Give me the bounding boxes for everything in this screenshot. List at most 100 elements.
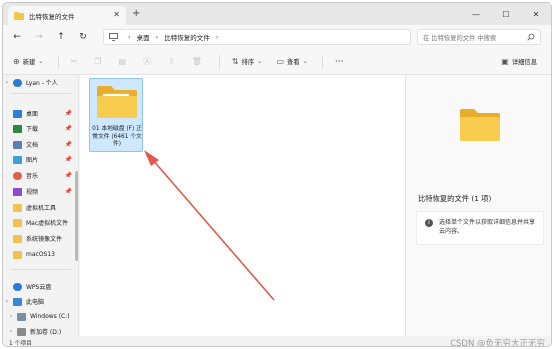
- sidebar-item-system-images[interactable]: 系统镜像文件: [3, 232, 75, 245]
- folder-icon: [13, 218, 22, 227]
- explorer-window: 比特恢复的文件 ✕ + — ☐ ✕ ← → ↑ ↻ › 桌面 › 比特恢复的文件…: [2, 2, 552, 347]
- copy-button[interactable]: ❐: [94, 57, 104, 66]
- sidebar-item-drive-c[interactable]: › Windows (C:): [3, 310, 75, 323]
- tab-label: 比特恢复的文件: [29, 12, 75, 21]
- delete-button[interactable]: 🗑: [192, 57, 205, 66]
- chevron-down-icon: ⌄: [302, 58, 308, 65]
- sidebar-item-label: 视频: [26, 189, 39, 196]
- sidebar-item-macos13[interactable]: macOS13: [3, 248, 75, 261]
- refresh-button[interactable]: ↻: [75, 29, 91, 45]
- tab-close-icon[interactable]: ✕: [113, 10, 120, 19]
- sidebar-scrollbar[interactable]: [75, 171, 78, 261]
- sidebar-item-this-pc[interactable]: › 此电脑: [3, 295, 75, 308]
- sidebar-item-music[interactable]: 音乐 📌: [3, 169, 75, 182]
- navigation-bar: ← → ↑ ↻ › 桌面 › 比特恢复的文件 › 在 比特恢复的文件 中搜索: [3, 25, 551, 49]
- pin-icon: 📌: [64, 156, 72, 163]
- up-button[interactable]: ↑: [53, 29, 69, 45]
- navigation-pane: › Lyan - 个人 桌面 📌 下载 📌 文档 📌 图片 📌 音乐 📌 视频 …: [3, 75, 79, 336]
- address-bar[interactable]: › 桌面 › 比特恢复的文件 ›: [103, 29, 411, 45]
- item-count: 1 个项目: [9, 340, 32, 347]
- minimize-button[interactable]: —: [461, 3, 491, 25]
- sidebar-item-label: macOS13: [26, 251, 55, 258]
- copy-icon: ❐: [94, 57, 102, 66]
- trash-icon: 🗑: [191, 57, 202, 66]
- computer-icon: [13, 297, 22, 306]
- share-icon: ⇪: [168, 57, 175, 66]
- forward-button[interactable]: →: [31, 29, 47, 45]
- pin-icon: 📌: [64, 172, 72, 179]
- divider: [11, 269, 71, 270]
- back-button[interactable]: ←: [9, 29, 25, 45]
- chevron-right-icon: ›: [9, 313, 13, 320]
- sidebar-item-pictures[interactable]: 图片 📌: [3, 153, 75, 166]
- tab-current-folder[interactable]: 比特恢复的文件 ✕: [8, 6, 126, 25]
- folder-item[interactable]: 01 本地磁盘 (F) 正常文件 (6461 个文件): [89, 78, 143, 152]
- divider: [57, 54, 59, 69]
- sidebar-item-mac-vm-files[interactable]: Mac虚拟机文件: [3, 216, 75, 229]
- sidebar-item-documents[interactable]: 文档 📌: [3, 138, 75, 151]
- details-title: 比特恢复的文件 (1 项): [418, 194, 492, 203]
- command-bar: ⊕ 新建 ⌄ ✂ ❐ ▤ Ⓐ ⇪ 🗑 ⇅ 排序 ⌄ ▭ 查看 ⌄ ··· ▣ 详…: [3, 49, 551, 75]
- pin-icon: 📌: [64, 141, 72, 148]
- details-pane-button[interactable]: ▣ 详细信息: [501, 57, 537, 66]
- share-button[interactable]: ⇪: [168, 57, 178, 66]
- cut-icon: ✂: [70, 57, 78, 66]
- sidebar-item-vm-tools[interactable]: 虚拟机工具: [3, 201, 75, 214]
- details-info-text: 选择单个文件以获取详细信息并共享云内容。: [439, 219, 536, 235]
- cloud-drive-icon: [13, 282, 22, 291]
- paste-icon: ▤: [118, 57, 127, 66]
- sort-icon: ⇅: [231, 57, 239, 66]
- chevron-right-icon: ›: [9, 328, 13, 335]
- sidebar-item-wps-cloud[interactable]: WPS云盘: [3, 280, 75, 293]
- more-button[interactable]: ···: [335, 57, 344, 67]
- file-list: 01 本地磁盘 (F) 正常文件 (6461 个文件): [80, 75, 405, 336]
- window-controls: — ☐ ✕: [461, 3, 551, 25]
- pin-icon: 📌: [64, 110, 72, 117]
- document-icon: [13, 140, 22, 149]
- sidebar-item-label: 图片: [26, 157, 39, 164]
- sidebar-item-label: 系统镜像文件: [26, 236, 63, 243]
- drive-icon: [17, 312, 26, 321]
- divider: [218, 54, 220, 69]
- sidebar-item-downloads[interactable]: 下载 📌: [3, 122, 75, 135]
- watermark: CSDN @负无穷大正无穷: [450, 339, 545, 347]
- pin-icon: 📌: [64, 125, 72, 132]
- music-icon: [13, 171, 22, 180]
- title-bar: 比特恢复的文件 ✕ + — ☐ ✕: [3, 3, 551, 25]
- breadcrumb-desktop[interactable]: 桌面: [137, 32, 150, 42]
- sidebar-item-label: 桌面: [26, 111, 39, 118]
- new-label: 新建: [22, 59, 36, 66]
- search-icon: [527, 33, 535, 41]
- new-tab-button[interactable]: +: [132, 8, 140, 19]
- pictures-icon: [13, 155, 22, 164]
- sidebar-item-desktop[interactable]: 桌面 📌: [3, 107, 75, 120]
- breadcrumb-separator: ›: [215, 33, 219, 41]
- details-label: 详细信息: [511, 59, 537, 66]
- rename-button[interactable]: Ⓐ: [143, 56, 154, 67]
- folder-icon: [13, 234, 22, 243]
- drive-icon: [17, 327, 26, 336]
- folder-icon: [13, 203, 22, 212]
- sidebar-item-videos[interactable]: 视频 📌: [3, 185, 75, 198]
- sidebar-item-onedrive[interactable]: › Lyan - 个人: [3, 76, 75, 89]
- info-icon: i: [425, 219, 433, 227]
- sidebar-item-label: 此电脑: [26, 299, 45, 306]
- close-button[interactable]: ✕: [521, 3, 551, 25]
- sidebar-item-label: WPS云盘: [26, 284, 52, 291]
- sort-button[interactable]: ⇅ 排序 ⌄: [232, 57, 263, 66]
- details-info-card: i 选择单个文件以获取详细信息并共享云内容。: [416, 211, 544, 245]
- paste-button[interactable]: ▤: [118, 57, 129, 66]
- new-button[interactable]: ⊕ 新建 ⌄: [13, 57, 44, 66]
- view-button[interactable]: ▭ 查看 ⌄: [276, 57, 307, 66]
- search-input[interactable]: 在 比特恢复的文件 中搜索: [417, 29, 541, 45]
- maximize-button[interactable]: ☐: [491, 3, 521, 25]
- cloud-icon: [13, 78, 22, 87]
- video-icon: [13, 187, 22, 196]
- folder-name: 01 本地磁盘 (F) 正常文件 (6461 个文件): [92, 126, 142, 147]
- sidebar-item-label: 音乐: [26, 173, 39, 180]
- sidebar-item-label: Lyan - 个人: [26, 80, 58, 87]
- sidebar-item-label: Windows (C:): [30, 313, 70, 320]
- plus-circle-icon: ⊕: [13, 57, 20, 66]
- breadcrumb-current-folder[interactable]: 比特恢复的文件: [164, 32, 210, 42]
- cut-button[interactable]: ✂: [71, 57, 81, 66]
